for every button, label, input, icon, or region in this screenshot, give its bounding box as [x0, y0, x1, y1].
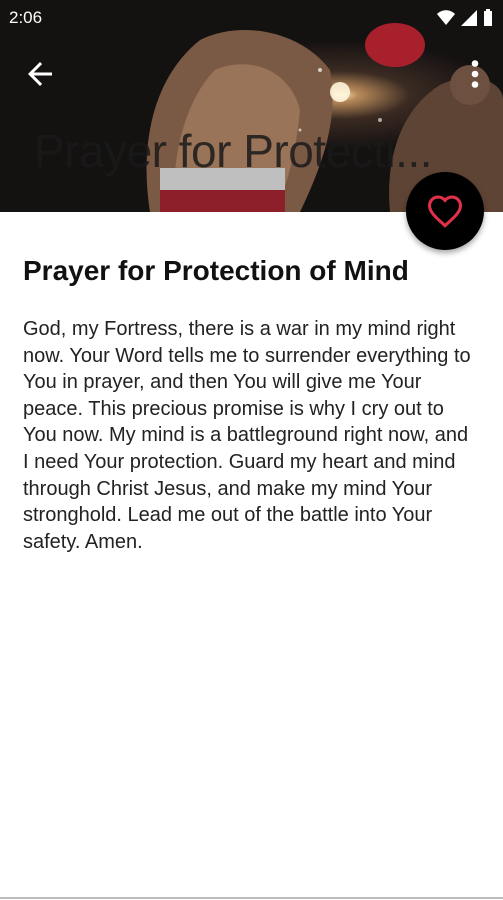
- heart-outline-icon: [427, 195, 463, 228]
- arrow-back-icon[interactable]: [22, 56, 58, 92]
- wifi-icon: [437, 10, 455, 25]
- toolbar-title: Prayer for Protecti...: [34, 125, 433, 177]
- more-vert-icon[interactable]: [465, 56, 485, 92]
- status-time: 2:06: [9, 8, 43, 27]
- status-bar: 2:06: [0, 0, 503, 36]
- prayer-body: God, my Fortress, there is a war in my m…: [23, 318, 471, 553]
- prayer-title: Prayer for Protection of Mind: [23, 255, 409, 286]
- signal-icon: [461, 10, 477, 26]
- battery-icon: [484, 9, 492, 26]
- bottom-divider: [0, 897, 503, 899]
- prayer-content: Prayer for Protection of Mind God, my Fo…: [23, 252, 478, 555]
- favorite-button[interactable]: [406, 172, 484, 250]
